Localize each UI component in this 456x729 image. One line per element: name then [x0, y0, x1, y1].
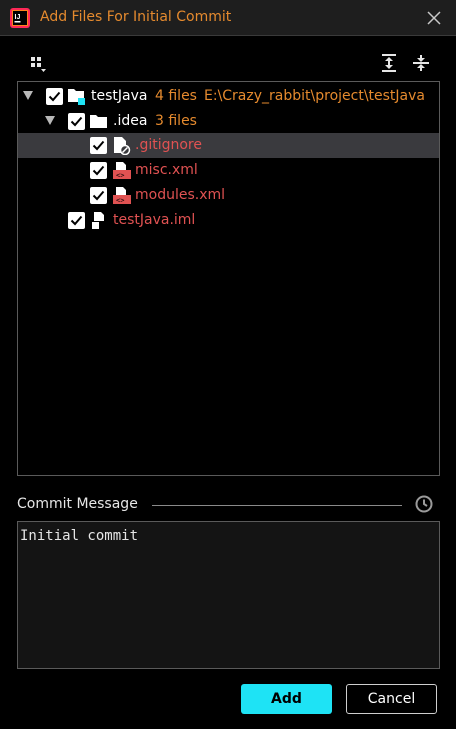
tree-row-file[interactable]: testJava.iml [18, 208, 439, 233]
checkmark-icon [70, 215, 83, 226]
title-bar: IJ Add Files For Initial Commit [0, 0, 456, 36]
expand-arrow-icon[interactable] [45, 116, 55, 125]
xml-file-icon: <> [113, 161, 131, 180]
commit-message-input[interactable]: Initial commit [17, 521, 440, 669]
folder-icon [90, 112, 108, 131]
cancel-button[interactable]: Cancel [346, 684, 437, 714]
file-checkbox[interactable] [90, 162, 107, 179]
root-label: testJava [91, 88, 148, 104]
history-icon[interactable] [414, 494, 434, 514]
idea-folder-checkbox[interactable] [68, 113, 85, 130]
idea-folder-file-count: 3 files [155, 113, 197, 129]
root-path: E:\Crazy_rabbit\project\testJava [204, 88, 425, 104]
expand-all-icon [382, 54, 396, 72]
tree-row-file[interactable]: <> modules.xml [18, 183, 439, 208]
close-button[interactable] [420, 4, 448, 32]
group-by-button[interactable] [27, 53, 49, 75]
commit-message-label: Commit Message [17, 496, 138, 512]
checkmark-icon [92, 190, 105, 201]
tree-row-idea-folder[interactable]: .idea 3 files [18, 109, 439, 134]
root-checkbox[interactable] [46, 88, 63, 105]
expand-all-button[interactable] [378, 52, 400, 74]
file-checkbox[interactable] [90, 187, 107, 204]
file-checkbox[interactable] [90, 137, 107, 154]
add-button[interactable]: Add [241, 684, 332, 714]
file-label: misc.xml [135, 162, 198, 178]
tree-row-root[interactable]: testJava 4 files E:\Crazy_rabbit\project… [18, 84, 439, 109]
checkmark-icon [92, 165, 105, 176]
module-folder-icon [68, 87, 86, 106]
intellij-icon: IJ [10, 8, 30, 28]
svg-text:IJ: IJ [15, 14, 21, 21]
xml-file-icon: <> [113, 186, 131, 205]
iml-file-icon [91, 211, 109, 230]
file-label: testJava.iml [113, 212, 196, 228]
svg-text:<>: <> [116, 197, 124, 205]
expand-arrow-icon[interactable] [23, 91, 33, 100]
close-icon [427, 11, 441, 25]
group-by-icon [31, 57, 46, 72]
collapse-all-icon [413, 55, 429, 71]
svg-text:<>: <> [116, 172, 124, 180]
idea-folder-label: .idea [113, 113, 148, 129]
checkmark-icon [48, 91, 61, 102]
collapse-all-button[interactable] [410, 52, 432, 74]
tree-row-file[interactable]: <> misc.xml [18, 158, 439, 183]
tree-row-file[interactable]: .gitignore [18, 133, 439, 158]
file-label: modules.xml [135, 187, 226, 203]
ignore-file-icon [113, 136, 131, 156]
root-file-count: 4 files [155, 88, 197, 104]
window-title: Add Files For Initial Commit [40, 9, 232, 25]
file-checkbox[interactable] [68, 212, 85, 229]
file-label: .gitignore [135, 137, 202, 153]
separator [152, 505, 402, 506]
changes-tree[interactable]: testJava 4 files E:\Crazy_rabbit\project… [17, 81, 440, 476]
checkmark-icon [70, 116, 83, 127]
checkmark-icon [92, 140, 105, 151]
